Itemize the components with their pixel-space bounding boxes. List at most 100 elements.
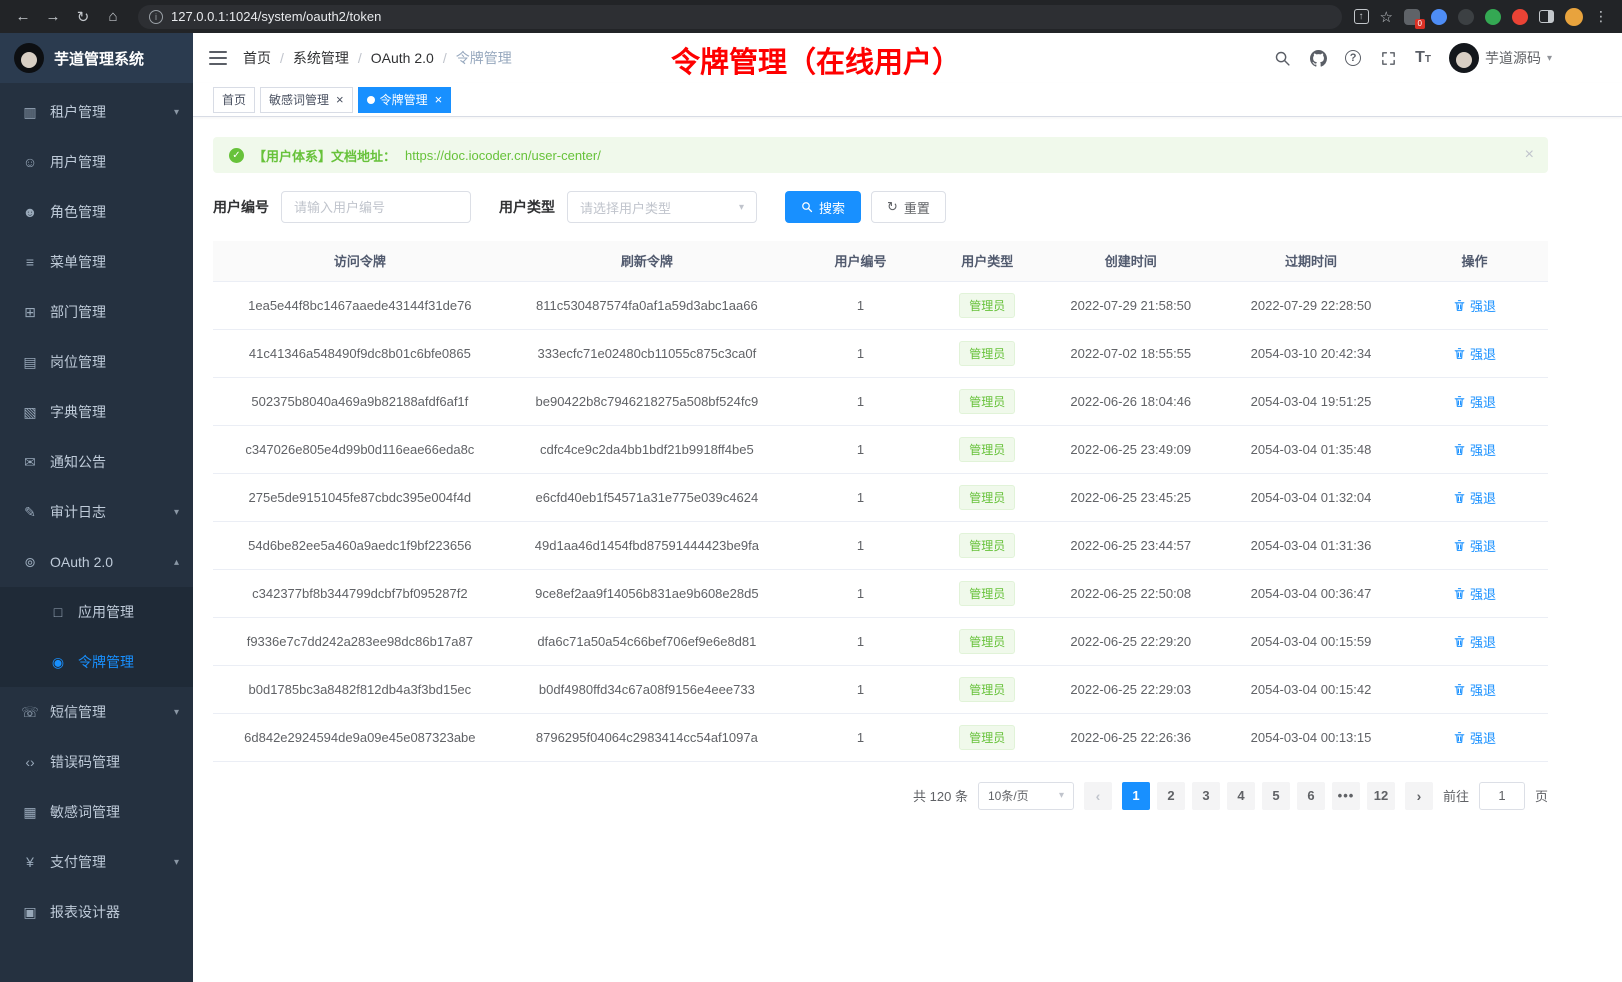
- sidebar-item-oauth[interactable]: ⊚OAuth 2.0▴: [0, 537, 193, 587]
- extension-icon[interactable]: [1458, 9, 1474, 25]
- tab-home[interactable]: 首页: [213, 87, 255, 113]
- page-button-2[interactable]: 2: [1157, 782, 1185, 810]
- extension-icon[interactable]: 0: [1404, 9, 1420, 25]
- user-type-cell: 管理员: [934, 425, 1041, 473]
- sidebar-item-sensitive-word[interactable]: ▦敏感词管理: [0, 787, 193, 837]
- doc-link[interactable]: https://doc.iocoder.cn/user-center/: [405, 148, 601, 163]
- sidebar-item-tenant[interactable]: ▥租户管理▾: [0, 87, 193, 137]
- application-icon: □: [48, 604, 68, 620]
- user-menu[interactable]: 芋道源码 ▾: [1449, 43, 1552, 73]
- page-button-12[interactable]: 12: [1367, 782, 1395, 810]
- page-button-6[interactable]: 6: [1297, 782, 1325, 810]
- trash-icon: [1453, 395, 1466, 408]
- share-icon[interactable]: ↑: [1354, 9, 1369, 24]
- collapse-sidebar-icon[interactable]: [209, 50, 227, 66]
- force-logout-button[interactable]: 强退: [1453, 584, 1496, 603]
- create-time-cell: 2022-06-25 23:44:57: [1041, 521, 1221, 569]
- site-info-icon[interactable]: i: [149, 10, 163, 24]
- extension-icon[interactable]: [1512, 9, 1528, 25]
- force-logout-button[interactable]: 强退: [1453, 680, 1496, 699]
- back-icon[interactable]: ←: [10, 4, 36, 30]
- help-icon[interactable]: ?: [1345, 50, 1361, 66]
- trash-icon: [1453, 539, 1466, 552]
- column-header: 用户类型: [934, 241, 1041, 281]
- fullscreen-icon[interactable]: [1379, 49, 1397, 67]
- sidebar-item-sms[interactable]: ☏短信管理▾: [0, 687, 193, 737]
- refresh-icon[interactable]: ↻: [70, 4, 96, 30]
- sidebar-item-payment[interactable]: ¥支付管理▾: [0, 837, 193, 887]
- force-logout-button[interactable]: 强退: [1453, 392, 1496, 411]
- reset-button[interactable]: ↻ 重置: [871, 191, 946, 223]
- breadcrumb-item[interactable]: 系统管理: [293, 48, 349, 68]
- app-logo[interactable]: 芋道管理系统: [0, 33, 193, 83]
- force-logout-button[interactable]: 强退: [1453, 536, 1496, 555]
- browser-profile-avatar[interactable]: [1565, 8, 1583, 26]
- sidebar-item-post[interactable]: ▤岗位管理: [0, 337, 193, 387]
- breadcrumb-separator: /: [280, 50, 284, 66]
- refresh-icon: ↻: [887, 199, 898, 215]
- next-page-button[interactable]: ›: [1405, 782, 1433, 810]
- page-button-5[interactable]: 5: [1262, 782, 1290, 810]
- table-row: 275e5de9151045fe87cbdc395e004f4de6cfd40e…: [213, 473, 1548, 521]
- breadcrumb-separator: /: [443, 50, 447, 66]
- close-icon[interactable]: ×: [336, 93, 344, 106]
- sidebar-item-role[interactable]: ☻角色管理: [0, 187, 193, 237]
- prev-page-button[interactable]: ‹: [1084, 782, 1112, 810]
- access-token-cell: 502375b8040a469a9b82188afdf6af1f: [213, 377, 507, 425]
- bookmark-star-icon[interactable]: ☆: [1380, 8, 1393, 26]
- page-size-select[interactable]: 10条/页 ▾: [978, 782, 1074, 810]
- pagination-ellipsis[interactable]: •••: [1332, 782, 1360, 810]
- tab-sensitive-word[interactable]: 敏感词管理×: [260, 87, 353, 113]
- total-count: 共 120 条: [913, 786, 968, 805]
- close-icon[interactable]: ×: [435, 93, 443, 106]
- report-designer-icon: ▣: [20, 904, 40, 921]
- tab-token[interactable]: 令牌管理×: [358, 87, 452, 113]
- expire-time-cell: 2022-07-29 22:28:50: [1221, 281, 1401, 329]
- force-logout-button[interactable]: 强退: [1453, 728, 1496, 747]
- sidebar-item-report-designer[interactable]: ▣报表设计器: [0, 887, 193, 937]
- forward-icon[interactable]: →: [40, 4, 66, 30]
- sidebar-item-application[interactable]: □应用管理: [0, 587, 193, 637]
- error-code-icon: ‹›: [20, 754, 40, 770]
- extension-icon[interactable]: [1431, 9, 1447, 25]
- user-id-input[interactable]: [281, 191, 471, 223]
- page-button-1[interactable]: 1: [1122, 782, 1150, 810]
- sidebar-item-dictionary[interactable]: ▧字典管理: [0, 387, 193, 437]
- breadcrumb-item[interactable]: OAuth 2.0: [371, 50, 434, 66]
- search-button[interactable]: 搜索: [785, 191, 861, 223]
- github-icon[interactable]: [1309, 49, 1327, 67]
- force-logout-button[interactable]: 强退: [1453, 632, 1496, 651]
- side-panel-icon[interactable]: [1539, 10, 1554, 23]
- access-token-cell: 6d842e2924594de9a09e45e087323abe: [213, 713, 507, 761]
- breadcrumb-item[interactable]: 首页: [243, 48, 271, 68]
- user-type-select[interactable]: 请选择用户类型 ▾: [567, 191, 757, 223]
- sidebar-item-error-code[interactable]: ‹›错误码管理: [0, 737, 193, 787]
- goto-page-input[interactable]: [1479, 782, 1525, 810]
- sidebar-item-notice[interactable]: ✉通知公告: [0, 437, 193, 487]
- force-logout-button[interactable]: 强退: [1453, 296, 1496, 315]
- user-id-cell: 1: [787, 473, 934, 521]
- extension-icon[interactable]: [1485, 9, 1501, 25]
- table-row: 41c41346a548490f9dc8b01c6bfe0865333ecfc7…: [213, 329, 1548, 377]
- search-icon[interactable]: [1273, 49, 1291, 67]
- tab-label: 首页: [222, 91, 246, 108]
- sidebar-item-token[interactable]: ◉令牌管理: [0, 637, 193, 687]
- user-type-badge: 管理员: [959, 677, 1015, 702]
- browser-menu-icon[interactable]: ⋮: [1594, 8, 1608, 25]
- home-icon[interactable]: ⌂: [100, 4, 126, 30]
- sidebar-item-audit-log[interactable]: ✎审计日志▾: [0, 487, 193, 537]
- force-logout-button[interactable]: 强退: [1453, 440, 1496, 459]
- force-logout-button[interactable]: 强退: [1453, 488, 1496, 507]
- font-size-icon[interactable]: TT: [1415, 49, 1431, 67]
- page-button-3[interactable]: 3: [1192, 782, 1220, 810]
- user-type-badge: 管理员: [959, 389, 1015, 414]
- sidebar-item-user[interactable]: ☺用户管理: [0, 137, 193, 187]
- close-icon[interactable]: ×: [1525, 146, 1534, 164]
- force-logout-button[interactable]: 强退: [1453, 344, 1496, 363]
- url-bar[interactable]: i 127.0.0.1:1024/system/oauth2/token: [138, 5, 1342, 29]
- page-button-4[interactable]: 4: [1227, 782, 1255, 810]
- sidebar-item-department[interactable]: ⊞部门管理: [0, 287, 193, 337]
- sidebar-item-menu-list[interactable]: ≡菜单管理: [0, 237, 193, 287]
- user-id-cell: 1: [787, 281, 934, 329]
- tab-bar: 首页敏感词管理×令牌管理×: [193, 83, 1622, 117]
